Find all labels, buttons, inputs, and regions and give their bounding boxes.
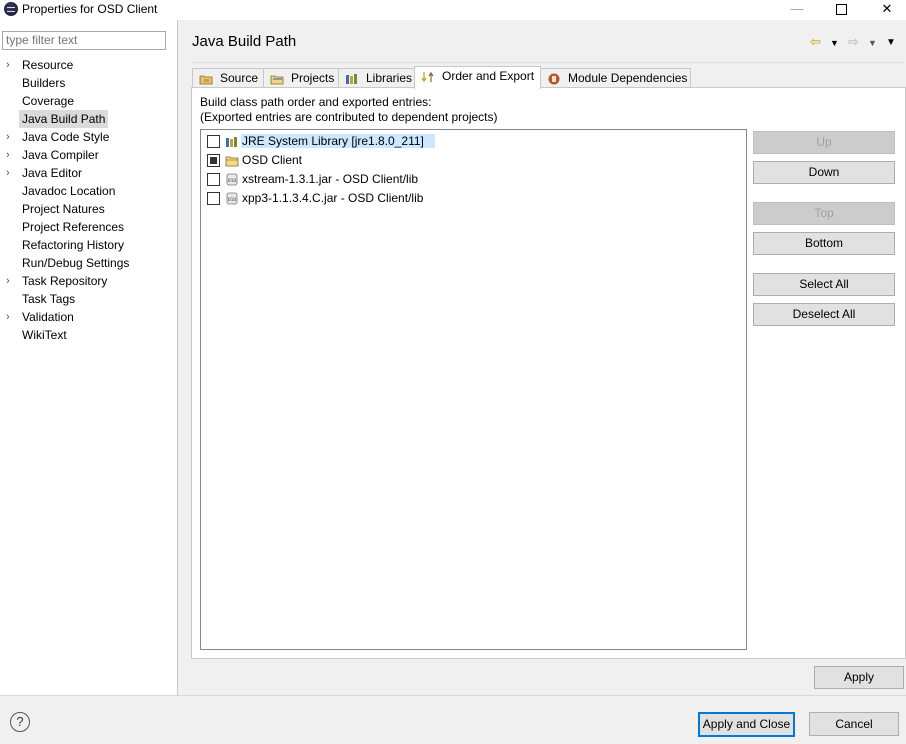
order-and-export-panel: Build class path order and exported entr…	[191, 87, 906, 659]
down-button[interactable]: Down	[753, 161, 895, 184]
export-checkbox[interactable]	[207, 173, 220, 186]
select-all-button[interactable]: Select All	[753, 273, 895, 296]
description-line-1: Build class path order and exported entr…	[200, 95, 432, 109]
forward-dropdown-icon[interactable]: ▼	[868, 38, 877, 48]
list-item[interactable]: 010 xstream-1.3.1.jar - OSD Client/lib	[201, 170, 741, 189]
preferences-tree-pane: ›Resource Builders Coverage Java Build P…	[0, 20, 178, 695]
tab-libraries[interactable]: Libraries	[338, 68, 415, 88]
library-icon	[226, 137, 237, 147]
svg-text:010: 010	[228, 197, 237, 203]
apply-button[interactable]: Apply	[814, 666, 904, 689]
back-arrow-icon[interactable]: ⇦	[810, 34, 821, 50]
close-button[interactable]: ✕	[864, 0, 906, 20]
help-icon[interactable]: ?	[10, 712, 30, 732]
chevron-right-icon[interactable]: ›	[6, 308, 16, 326]
tab-projects[interactable]: Projects	[263, 68, 339, 88]
export-checkbox[interactable]	[207, 192, 220, 205]
svg-text:010: 010	[228, 178, 237, 184]
folder-icon	[225, 156, 239, 167]
module-icon	[548, 73, 560, 85]
title-bar: Properties for OSD Client — ✕	[0, 0, 906, 20]
source-folder-icon	[199, 75, 213, 85]
classpath-entries-list[interactable]: JRE System Library [jre1.8.0_211] OSD Cl…	[200, 129, 747, 650]
chevron-right-icon[interactable]: ›	[6, 272, 16, 290]
list-item[interactable]: JRE System Library [jre1.8.0_211]	[201, 132, 741, 151]
order-export-icon	[421, 71, 434, 83]
tab-source[interactable]: Source	[192, 68, 264, 88]
maximize-button[interactable]	[818, 0, 864, 20]
tab-order-and-export[interactable]: Order and Export	[414, 66, 541, 89]
jar-icon: 010	[226, 173, 238, 186]
export-checkbox[interactable]	[207, 154, 220, 167]
chevron-right-icon[interactable]: ›	[6, 128, 16, 146]
chevron-right-icon[interactable]: ›	[6, 56, 16, 74]
view-menu-icon[interactable]: ▼	[886, 37, 896, 48]
jar-icon: 010	[226, 192, 238, 205]
libraries-icon	[346, 74, 357, 84]
dialog-footer: ? Apply and Close Cancel	[0, 695, 906, 744]
top-button[interactable]: Top	[753, 202, 895, 225]
tab-module-dependencies[interactable]: Module Dependencies	[540, 68, 691, 88]
back-dropdown-icon[interactable]: ▼	[830, 38, 839, 48]
page-title: Java Build Path	[192, 33, 297, 50]
list-item[interactable]: 010 xpp3-1.1.3.4.C.jar - OSD Client/lib	[201, 189, 741, 208]
projects-icon	[270, 75, 284, 85]
description-line-2: (Exported entries are contributed to dep…	[200, 110, 498, 124]
filter-input[interactable]	[2, 31, 166, 50]
eclipse-icon	[4, 2, 18, 16]
export-checkbox[interactable]	[207, 135, 220, 148]
window-title: Properties for OSD Client	[22, 2, 158, 16]
maximize-icon	[835, 4, 847, 15]
chevron-right-icon[interactable]: ›	[6, 164, 16, 182]
chevron-right-icon[interactable]: ›	[6, 146, 16, 164]
cancel-button[interactable]: Cancel	[809, 712, 899, 736]
minimize-button[interactable]: —	[774, 0, 820, 20]
header-separator	[192, 62, 904, 63]
deselect-all-button[interactable]: Deselect All	[753, 303, 895, 326]
up-button[interactable]: Up	[753, 131, 895, 154]
property-page: Java Build Path ⇦ ▼ ⇨ ▼ ▼ Source Project…	[178, 20, 906, 695]
bottom-button[interactable]: Bottom	[753, 232, 895, 255]
apply-and-close-button[interactable]: Apply and Close	[698, 712, 795, 737]
forward-arrow-icon[interactable]: ⇨	[848, 34, 859, 50]
list-item[interactable]: OSD Client	[201, 151, 741, 170]
